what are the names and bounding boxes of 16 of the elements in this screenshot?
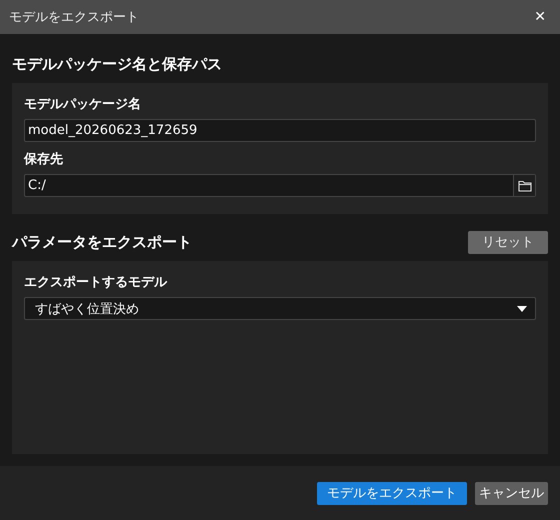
reset-button[interactable]: リセット — [468, 230, 548, 254]
field-label: 保存先 — [24, 151, 64, 168]
close-button[interactable]: ✕ — [530, 9, 550, 25]
browse-button[interactable] — [513, 175, 535, 196]
path-field[interactable]: C:/ — [24, 174, 536, 197]
folder-icon — [518, 180, 532, 192]
model-dropdown[interactable]: すばやく位置決め — [24, 297, 536, 320]
text-field[interactable]: model_20260623_172659 — [24, 119, 536, 142]
field-label: エクスポートするモデル — [24, 274, 168, 291]
caret-icon — [517, 306, 527, 312]
window-title: モデルをエクスポート — [9, 9, 139, 26]
section-heading: モデルパッケージ名と保存パス — [12, 54, 222, 74]
field-label: モデルパッケージ名 — [24, 96, 142, 113]
export-button[interactable]: モデルをエクスポート — [317, 482, 467, 504]
section-heading: パラメータをエクスポート — [12, 232, 192, 252]
cancel-button[interactable]: キャンセル — [475, 482, 548, 504]
